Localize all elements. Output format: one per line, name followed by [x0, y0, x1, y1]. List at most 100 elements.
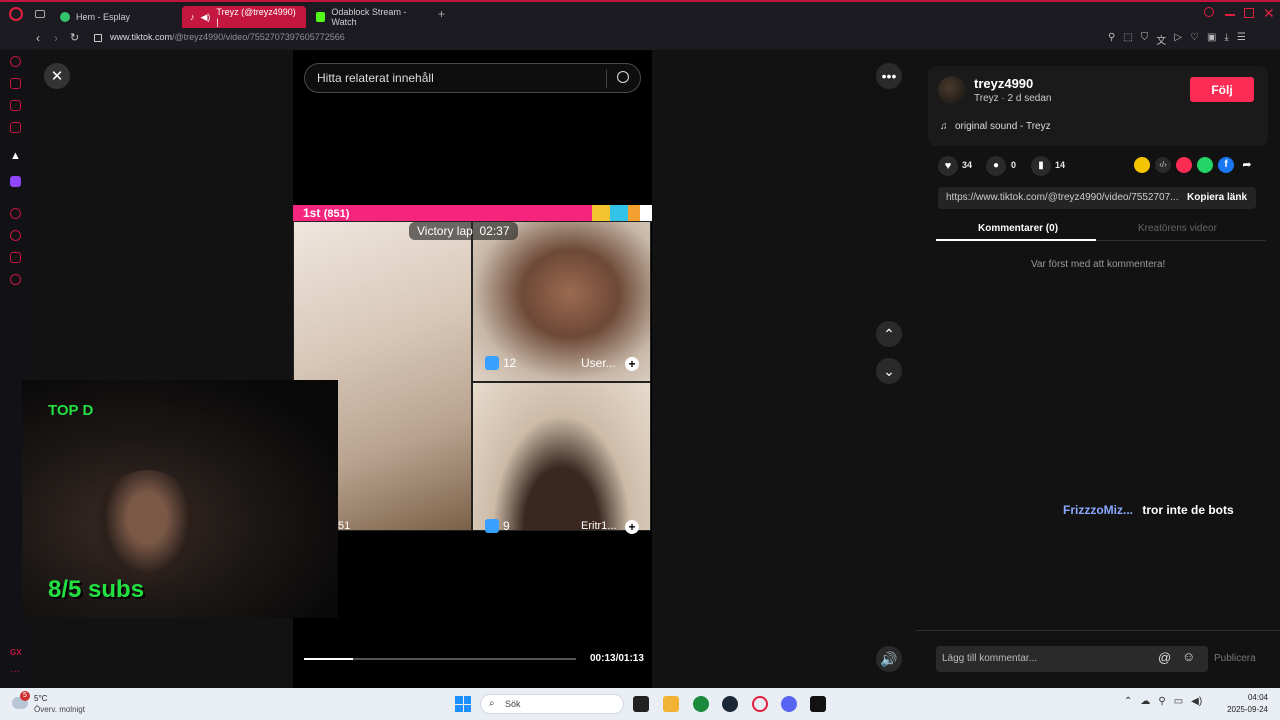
twitch-icon[interactable]	[10, 176, 21, 187]
add-icon[interactable]: +	[625, 357, 639, 371]
avatar[interactable]	[938, 76, 966, 104]
mention-icon[interactable]: @	[1158, 650, 1171, 665]
new-tab-button[interactable]: +	[438, 7, 445, 21]
next-video-button[interactable]: ⌄	[876, 358, 902, 384]
weather-desc: Överv. molnigt	[34, 705, 85, 714]
tab-kick[interactable]: Odablock Stream - Watch	[308, 6, 436, 28]
victory-lap-pill: Victory lap 02:37	[409, 222, 518, 240]
volume-icon[interactable]: ◀)	[1191, 696, 1202, 707]
reload-icon[interactable]: ↻	[70, 31, 79, 44]
instagram-icon[interactable]	[10, 122, 21, 133]
extension-icons: ⚲ ⬚ ⛉ 文 ▷ ♡ ▣ ⤓ ☰	[1108, 32, 1246, 47]
related-search[interactable]: Hitta relaterat innehåll	[304, 63, 641, 93]
like-icon[interactable]: ♥	[938, 156, 958, 176]
network-icon[interactable]: ▭	[1174, 696, 1183, 707]
progress-bar[interactable]	[304, 658, 576, 660]
close-window-icon[interactable]: ✕	[1263, 5, 1275, 22]
close-video-button[interactable]: ✕	[44, 63, 70, 89]
sound-label[interactable]: original sound - Treyz	[955, 121, 1051, 132]
share-arrow-icon[interactable]: ➦	[1239, 157, 1255, 173]
back-icon[interactable]: ‹	[36, 31, 40, 45]
search-input[interactable]: Hitta relaterat innehåll	[317, 71, 434, 85]
video-time: 00:13/01:13	[590, 653, 644, 664]
comment-input[interactable]: Lägg till kommentar... @ ☺	[936, 646, 1208, 672]
tab-esplay[interactable]: Hem - Esplay	[52, 6, 180, 28]
history-icon[interactable]	[10, 230, 21, 241]
snapshot-icon[interactable]: ⬚	[1123, 32, 1132, 47]
tiktok-favicon-icon: ♪	[190, 12, 195, 22]
author-username[interactable]: treyz4990	[974, 76, 1033, 91]
pin-icon[interactable]: ⚲	[1108, 32, 1115, 47]
extensions-icon[interactable]	[10, 252, 21, 263]
add-icon[interactable]: +	[625, 520, 639, 534]
menu-icon[interactable]: ☰	[1237, 32, 1246, 47]
wallet-icon[interactable]: ▣	[1207, 32, 1216, 47]
search-icon[interactable]	[617, 71, 629, 83]
download-icon[interactable]: ⤓	[1224, 32, 1228, 47]
task-view-icon[interactable]	[633, 696, 649, 712]
app-icon[interactable]	[810, 696, 826, 712]
post-button[interactable]: Publicera	[1214, 653, 1256, 664]
facebook-icon[interactable]: f	[1218, 157, 1234, 173]
bookmark-icon[interactable]: ▮	[1031, 156, 1051, 176]
microphone-icon[interactable]: ⚲	[1158, 696, 1165, 707]
send-icon[interactable]	[1176, 157, 1192, 173]
search-tabs-icon[interactable]	[1204, 7, 1214, 17]
whatsapp-icon[interactable]	[1197, 157, 1213, 173]
comment-placeholder: Lägg till kommentar...	[942, 653, 1038, 664]
copy-link-button[interactable]: Kopiera länk	[1187, 192, 1247, 203]
maximize-icon[interactable]	[1244, 8, 1254, 18]
follow-button[interactable]: Följ	[1190, 77, 1254, 102]
xbox-icon[interactable]	[693, 696, 709, 712]
bookmarks-icon[interactable]	[10, 78, 21, 89]
embed-icon[interactable]: ‹/›	[1155, 157, 1171, 173]
gx-icon[interactable]: GX	[10, 648, 22, 657]
tray-chevron-icon[interactable]: ⌃	[1124, 696, 1132, 707]
repost-icon[interactable]	[1134, 157, 1150, 173]
workspaces-icon[interactable]	[35, 10, 45, 18]
tab-label: Odablock Stream - Watch	[331, 7, 407, 27]
comment-divider	[916, 630, 1280, 631]
shape-icon[interactable]: ▲	[10, 150, 21, 162]
minimize-icon[interactable]	[1225, 14, 1235, 16]
adblock-icon[interactable]: ⛉	[1141, 32, 1149, 47]
kick-favicon-icon	[316, 12, 326, 22]
video-link[interactable]: https://www.tiktok.com/@treyz4990/video/…	[946, 192, 1178, 203]
cloud-icon[interactable]: ☁	[1140, 696, 1150, 707]
translate-icon[interactable]: 文	[1156, 32, 1166, 47]
messenger-icon[interactable]	[10, 100, 21, 111]
emoji-icon[interactable]: ☺	[1182, 649, 1195, 664]
opera-gx-icon[interactable]	[752, 696, 768, 712]
clock-date[interactable]: 2025-09-24	[1222, 705, 1268, 714]
play-icon[interactable]: ▷	[1174, 32, 1182, 47]
webcam-subs: 8/5 subs	[48, 576, 145, 603]
windows-start-icon[interactable]	[455, 696, 471, 712]
rank-stripe	[592, 205, 652, 221]
music-note-icon: ♫	[940, 121, 948, 132]
browser-tab-bar: Hem - Esplay ♪ ◀) Treyz (@treyz4990) | O…	[0, 0, 1280, 28]
steam-icon[interactable]	[722, 696, 738, 712]
settings-gear-icon[interactable]	[10, 274, 21, 285]
tab-creator-videos[interactable]: Kreatörens videor	[1138, 223, 1217, 234]
previous-video-button[interactable]: ⌃	[876, 321, 902, 347]
tab-comments[interactable]: Kommentarer (0)	[978, 223, 1058, 234]
taskbar-search[interactable]: ⌕ Sök	[480, 694, 624, 714]
clock-time[interactable]: 04:04	[1228, 693, 1268, 702]
opera-logo-icon[interactable]	[9, 7, 23, 21]
heart-icon[interactable]: ♡	[1190, 32, 1199, 47]
speaker-icon[interactable]: ◀)	[201, 12, 211, 23]
url-field[interactable]: www.tiktok.com/@treyz4990/video/75527073…	[110, 32, 345, 42]
more-icon[interactable]: ···	[10, 666, 20, 677]
tab-label: Treyz (@treyz4990) |	[216, 7, 296, 27]
file-explorer-icon[interactable]	[663, 696, 679, 712]
aria-icon[interactable]	[10, 56, 21, 67]
tab-tiktok[interactable]: ♪ ◀) Treyz (@treyz4990) |	[182, 6, 306, 28]
comment-icon[interactable]: ●	[986, 156, 1006, 176]
forward-icon[interactable]: ›	[54, 31, 58, 45]
discord-icon[interactable]	[781, 696, 797, 712]
taskbar: 5 5°C Överv. molnigt ⌕ Sök ⌃ ☁ ⚲ ▭ ◀) 04…	[0, 688, 1280, 720]
link-box: https://www.tiktok.com/@treyz4990/video/…	[938, 187, 1256, 209]
player-icon[interactable]	[10, 208, 21, 219]
more-options-button[interactable]: •••	[876, 63, 902, 89]
volume-button[interactable]: 🔊	[876, 646, 902, 672]
